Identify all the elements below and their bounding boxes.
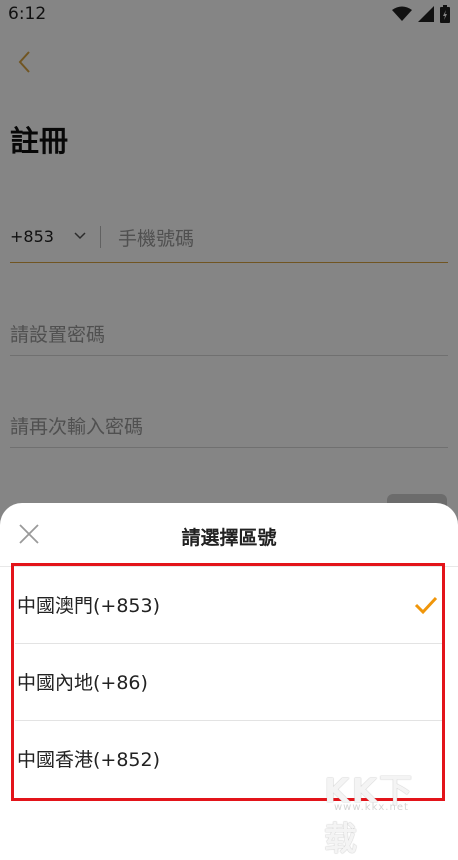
close-icon [19,524,39,544]
option-label: 中國內地(+86) [17,672,148,694]
option-label: 中國澳門(+853) [17,595,161,617]
sheet-title: 請選擇區號 [181,527,277,549]
close-button[interactable] [18,523,40,545]
watermark-url: www.kkx.net [334,802,409,813]
watermark: KK下载 www.kkx.net [320,764,442,858]
checkmark-icon [414,596,438,615]
register-screen: 6:12 註冊 +853 手機號碼 請設置密碼 請再次輸入密碼 請選擇區號 中國… [0,0,458,858]
option-macau[interactable]: 中國澳門(+853) [0,567,458,644]
option-mainland[interactable]: 中國內地(+86) [0,644,458,721]
option-label: 中國香港(+852) [17,749,161,771]
